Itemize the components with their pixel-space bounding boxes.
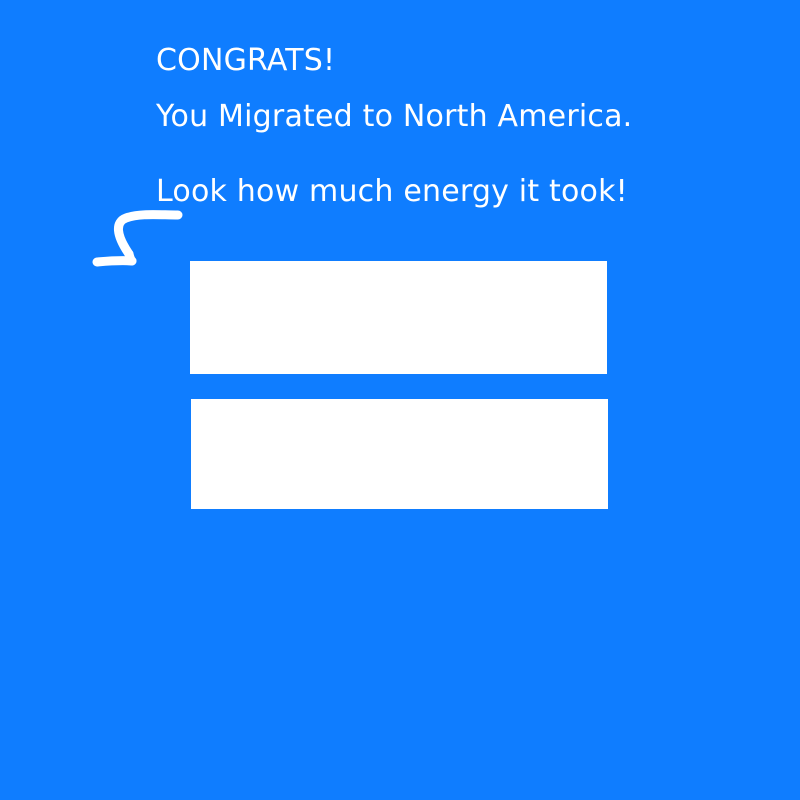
energy-result-box-1	[190, 261, 607, 374]
curved-arrow-down-left-icon	[92, 210, 183, 267]
congrats-heading: CONGRATS!	[156, 43, 336, 78]
energy-result-box-2	[191, 399, 608, 509]
migration-result-screen: CONGRATS! You Migrated to North America.…	[0, 0, 800, 800]
energy-message: Look how much energy it took!	[156, 174, 628, 209]
migration-message: You Migrated to North America.	[156, 99, 633, 134]
